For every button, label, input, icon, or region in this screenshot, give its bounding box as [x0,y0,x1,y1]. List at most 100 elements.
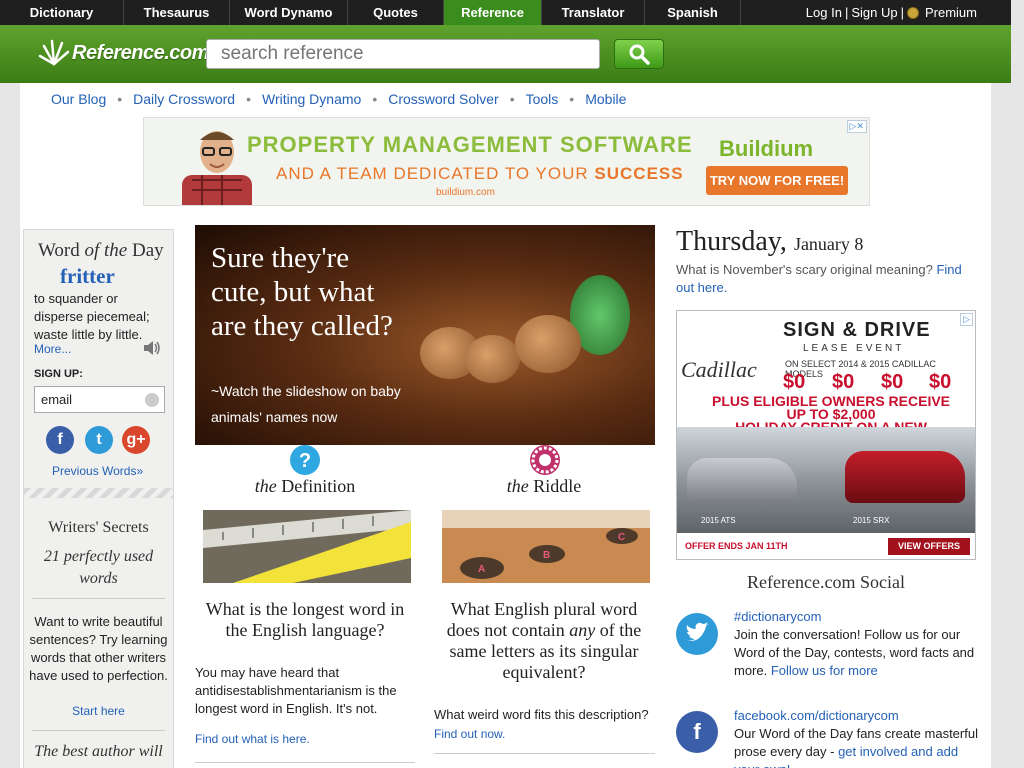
hero-caption: Sure they're cute, but what are they cal… [211,242,393,342]
tab-thesaurus[interactable]: Thesaurus [124,0,230,25]
page-content: Our Blog • Daily Crossword • Writing Dynam… [20,83,991,768]
link-our-blog[interactable]: Our Blog [51,91,106,107]
svg-text:B: B [543,550,550,561]
view-offers-button[interactable]: VIEW OFFERS [888,538,970,555]
divider [24,488,173,498]
facebook-icon[interactable]: f [46,426,74,454]
divider [32,730,165,731]
ruler-image[interactable] [203,510,411,583]
chevron-down-icon: » [136,464,144,478]
tab-translator[interactable]: Translator [542,0,645,25]
car-image [687,458,797,502]
svg-text:?: ? [299,450,311,472]
ad-brand: Buildium [719,136,814,161]
ad-person-image [182,120,252,205]
ad-price: $0 [929,371,952,393]
email-field[interactable]: email [34,386,165,413]
ad-banner[interactable]: PROPERTY MANAGEMENT SOFTWARE AND A TEAM … [143,117,870,206]
ad-cta-button[interactable]: TRY NOW FOR FREE! [706,166,848,195]
search-input[interactable] [206,39,600,69]
header: Reference.com [0,25,1011,83]
premium-coin-icon [906,7,919,19]
email-field-value: email [41,392,73,407]
best-author-teaser[interactable]: The best author will [24,743,173,761]
tab-spanish[interactable]: Spanish [645,0,741,25]
speaker-icon[interactable] [143,340,161,359]
divider [32,598,165,599]
cadillac-ad[interactable]: ▷ Cadillac SIGN & DRIVE LEASE EVENT ON S… [676,310,976,560]
hero-subcaption: ~Watch the slideshow on baby animals' na… [211,383,401,425]
ad-price: $0 [832,371,855,393]
twitter-handle-link[interactable]: #dictionarycom [734,608,978,626]
hero-slideshow[interactable]: Sure they're cute, but what are they cal… [195,225,655,445]
riddle-heading: the Riddle [506,476,582,496]
ad-headline: SIGN & DRIVE [783,319,931,341]
facebook-icon[interactable]: f [676,711,718,753]
separator: • [509,91,515,107]
start-here-link[interactable]: Start here [24,704,173,718]
login-link[interactable]: Log In [803,5,845,20]
facebook-block: facebook.com/dictionarycom Our Word of t… [734,707,978,768]
divider [195,762,415,763]
riddle-link[interactable]: Find out now. [434,727,505,741]
bunny-image [465,335,520,383]
google-plus-icon[interactable]: g+ [122,426,150,454]
wotd-word[interactable]: fritter [60,264,115,289]
link-writing-dynamo[interactable]: Writing Dynamo [262,91,361,107]
ad-url: buildium.com [436,187,495,198]
link-crossword-solver[interactable]: Crossword Solver [388,91,498,107]
definition-text: You may have heard that antidisestablish… [195,665,397,716]
twitter-block: #dictionarycom Join the conversation! Fo… [734,608,978,680]
definition-link[interactable]: Find out what is here. [195,732,310,746]
facebook-handle-link[interactable]: facebook.com/dictionarycom [734,707,978,725]
tab-quotes[interactable]: Quotes [348,0,444,25]
signup-link[interactable]: Sign Up [848,5,900,20]
cadillac-logo: Cadillac [681,357,757,382]
tab-reference[interactable]: Reference [444,0,542,25]
gear-icon [530,445,560,475]
writers-secrets-heading: Writers' Secrets [48,519,149,536]
previous-words-link[interactable]: Previous Words» [52,464,143,478]
definition-question[interactable]: What is the longest word in the English … [195,599,415,641]
link-tools[interactable]: Tools [526,91,559,107]
bunny-image [515,315,581,373]
logo-text: Reference.com [72,41,209,64]
ad-price: $0 [881,371,904,393]
logo-sun-icon [38,39,70,66]
wotd-more-link[interactable]: More... [34,342,71,356]
separator: • [569,91,575,107]
wotd-heading: Word of the Day [38,240,164,261]
email-submit-icon[interactable] [145,393,159,407]
current-date: Thursday, January 8 [676,226,864,257]
adchoices-icon[interactable]: ▷ [960,313,973,326]
ad-subheadline: AND A TEAM DEDICATED TO YOUR SUCCESS [276,164,684,183]
riddle-text: What weird word fits this description? [434,707,649,722]
link-daily-crossword[interactable]: Daily Crossword [133,91,235,107]
premium-label: Premium [924,5,977,20]
separator: • [372,91,378,107]
top-nav: Dictionary Thesaurus Word Dynamo Quotes … [0,0,1011,25]
car-label: 2015 ATS [701,516,736,525]
account-links: Log In | Sign Up | Premium [803,0,1011,25]
ad-offer-end: OFFER ENDS JAN 11TH [685,541,788,551]
divider [434,753,655,754]
writers-secrets-subtitle[interactable]: 21 perfectly used words [24,546,173,590]
ad-event: LEASE EVENT [803,343,905,354]
site-logo[interactable]: Reference.com [38,35,209,71]
tab-dictionary[interactable]: Dictionary [0,0,124,25]
ad-price: $0 [783,371,806,393]
twitter-icon[interactable] [676,613,718,655]
twitter-icon[interactable]: t [85,426,113,454]
search-button[interactable] [614,39,664,69]
link-mobile[interactable]: Mobile [585,91,626,107]
adchoices-icon[interactable]: ▷✕ [846,120,867,133]
tab-word-dynamo[interactable]: Word Dynamo [230,0,348,25]
twitter-follow-link[interactable]: Follow us for more [771,663,878,678]
sub-nav: Our Blog • Daily Crossword • Writing Dynam… [51,91,626,107]
premium-link[interactable]: Premium [904,5,983,20]
svg-text:C: C [618,532,625,543]
letter-tiles-image[interactable]: A B C [442,510,650,583]
riddle-question[interactable]: What English plural word does not contai… [434,599,654,683]
separator: • [246,91,251,107]
date-teaser: What is November's scary original meanin… [676,262,962,295]
